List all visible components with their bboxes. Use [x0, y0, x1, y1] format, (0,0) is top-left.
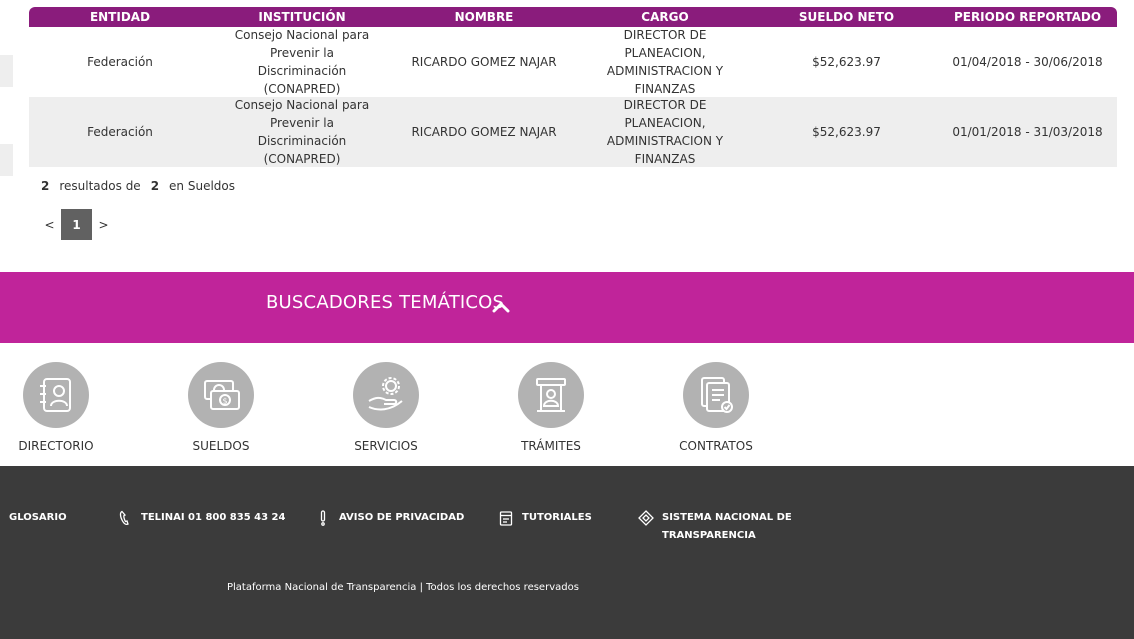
- footer-aviso-label: AVISO DE PRIVACIDAD: [339, 512, 465, 523]
- tile-directorio[interactable]: DIRECTORIO: [1, 362, 111, 453]
- footer-sistema-line2: TRANSPARENCIA: [662, 530, 756, 541]
- footer-aviso-link[interactable]: AVISO DE PRIVACIDAD: [315, 509, 464, 527]
- table-row[interactable]: Federación Consejo Nacional para Preveni…: [29, 27, 1117, 97]
- tile-sueldos-label: SUELDOS: [192, 439, 250, 453]
- header-periodo[interactable]: PERIODO REPORTADO: [938, 10, 1117, 24]
- table-header: ENTIDAD INSTITUCIÓN NOMBRE CARGO SUELDO …: [29, 7, 1117, 27]
- site-footer: GLOSARIO TELINAI 01 800 835 43 24 AVISO …: [0, 466, 1134, 639]
- cell-institucion: Consejo Nacional para Prevenir la Discri…: [234, 98, 370, 166]
- exclamation-icon: [320, 510, 326, 526]
- footer-sistema-link[interactable]: SISTEMA NACIONAL DE TRANSPARENCIA: [638, 509, 792, 545]
- tile-sueldos[interactable]: $ SUELDOS: [166, 362, 276, 453]
- tile-contratos[interactable]: CONTRATOS: [661, 362, 771, 453]
- side-tab-upper: [0, 55, 13, 87]
- results-count: 2: [41, 179, 50, 193]
- calendar-icon: [499, 511, 513, 526]
- salary-icon[interactable]: $: [188, 362, 254, 428]
- tile-contratos-label: CONTRATOS: [679, 439, 753, 453]
- footer-tutoriales-link[interactable]: TUTORIALES: [498, 509, 592, 527]
- cell-nombre: RICARDO GOMEZ NAJAR: [411, 125, 557, 139]
- footer-tutoriales-label: TUTORIALES: [522, 512, 592, 523]
- directory-icon[interactable]: [23, 362, 89, 428]
- table-row[interactable]: Federación Consejo Nacional para Preveni…: [29, 97, 1117, 167]
- results-scope: en Sueldos: [169, 179, 235, 193]
- results-text: resultados de: [59, 179, 141, 193]
- footer-glosario-link[interactable]: GLOSARIO: [9, 509, 67, 527]
- side-tab-lower: [0, 144, 13, 176]
- prev-page-button[interactable]: <: [38, 218, 61, 232]
- header-sueldo-neto[interactable]: SUELDO NETO: [755, 10, 938, 24]
- phone-icon: [119, 510, 129, 526]
- results-total: 2: [150, 179, 160, 193]
- cell-periodo: 01/01/2018 - 31/03/2018: [952, 125, 1103, 139]
- cell-entidad: Federación: [87, 55, 153, 69]
- contracts-icon[interactable]: [683, 362, 749, 428]
- cell-periodo: 01/04/2018 - 30/06/2018: [952, 55, 1103, 69]
- header-cargo[interactable]: CARGO: [575, 10, 755, 24]
- tile-servicios-label: SERVICIOS: [354, 439, 418, 453]
- tile-directorio-label: DIRECTORIO: [18, 439, 94, 453]
- footer-copyright: Plataforma Nacional de Transparencia | T…: [227, 582, 579, 593]
- footer-telinai-label: TELINAI 01 800 835 43 24: [141, 512, 286, 523]
- svg-text:$: $: [223, 397, 228, 406]
- thematic-search-band[interactable]: BUSCADORES TEMÁTICOS: [0, 272, 1134, 343]
- tile-tramites-label: TRÁMITES: [521, 439, 581, 453]
- cell-sueldo: $52,623.97: [812, 125, 881, 139]
- footer-glosario-label: GLOSARIO: [9, 512, 67, 523]
- footer-sistema-label: SISTEMA NACIONAL DE TRANSPARENCIA: [662, 509, 792, 545]
- header-nombre[interactable]: NOMBRE: [393, 10, 575, 24]
- cell-cargo: DIRECTOR DE PLANEACION, ADMINISTRACION Y…: [606, 28, 724, 96]
- services-icon[interactable]: [353, 362, 419, 428]
- page-1-button[interactable]: 1: [61, 209, 92, 240]
- pagination: < 1 >: [38, 209, 115, 240]
- footer-telinai-link[interactable]: TELINAI 01 800 835 43 24: [117, 509, 285, 527]
- cell-institucion: Consejo Nacional para Prevenir la Discri…: [234, 28, 370, 96]
- cell-cargo: DIRECTOR DE PLANEACION, ADMINISTRACION Y…: [606, 98, 724, 166]
- tile-tramites[interactable]: TRÁMITES: [496, 362, 606, 453]
- salary-table: ENTIDAD INSTITUCIÓN NOMBRE CARGO SUELDO …: [29, 7, 1117, 167]
- procedures-icon[interactable]: [518, 362, 584, 428]
- cell-nombre: RICARDO GOMEZ NAJAR: [411, 55, 557, 69]
- header-institucion[interactable]: INSTITUCIÓN: [211, 10, 393, 24]
- transparency-logo-icon: [638, 510, 654, 526]
- footer-sistema-line1: SISTEMA NACIONAL DE: [662, 512, 792, 523]
- cell-entidad: Federación: [87, 125, 153, 139]
- header-entidad[interactable]: ENTIDAD: [29, 10, 211, 24]
- chevron-up-icon[interactable]: [490, 296, 512, 318]
- thematic-search-title[interactable]: BUSCADORES TEMÁTICOS: [266, 292, 504, 313]
- thematic-tiles: DIRECTORIO $ SUELDOS SERVICIOS TRÁMITES …: [0, 343, 1134, 466]
- tile-servicios[interactable]: SERVICIOS: [331, 362, 441, 453]
- results-summary: 2 resultados de 2 en Sueldos: [41, 179, 235, 193]
- cell-sueldo: $52,623.97: [812, 55, 881, 69]
- next-page-button[interactable]: >: [92, 218, 115, 232]
